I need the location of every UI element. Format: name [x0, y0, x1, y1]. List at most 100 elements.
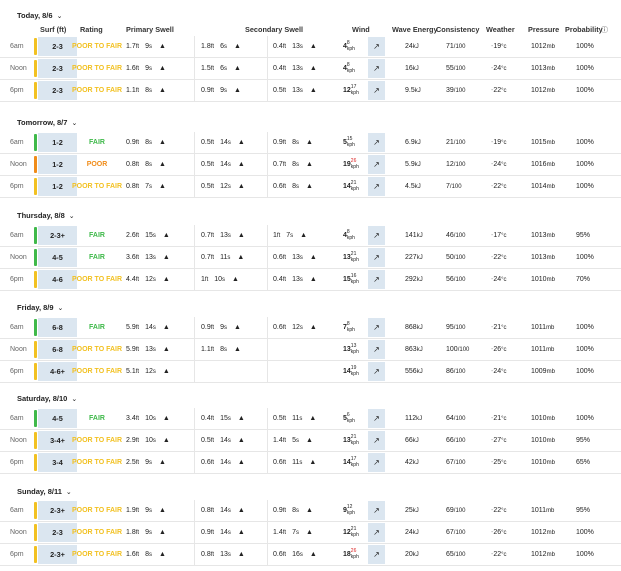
- energy-value: 6.9: [405, 139, 415, 146]
- secondary-swell: 0.9ft 8s ▲: [273, 500, 313, 521]
- row-divider: [0, 565, 621, 566]
- rating-label: POOR TO FAIR: [71, 506, 123, 514]
- temperature: 27: [493, 437, 502, 444]
- probability: 95%: [576, 232, 591, 239]
- day-title[interactable]: Today, 8/6 ⌄: [17, 11, 62, 20]
- swell-period: 13: [292, 87, 300, 94]
- swell-period: 16: [292, 551, 300, 558]
- swell-period: 14: [220, 529, 228, 536]
- rating-label: POOR TO FAIR: [71, 345, 123, 353]
- primary-swell: 2.9ft 10s ▲: [126, 430, 170, 451]
- energy-value: 42: [405, 459, 413, 466]
- header-pressure: Pressure: [528, 25, 560, 34]
- wind-speed: 1421 kph: [343, 176, 359, 197]
- swell-period: 12: [292, 324, 300, 331]
- swell-period: 14: [220, 161, 228, 168]
- rating-color-bar: [34, 341, 37, 358]
- unit-kj: kJ: [416, 277, 423, 283]
- chevron-down-icon[interactable]: ⌄: [71, 396, 77, 403]
- probability: 100%: [576, 43, 594, 50]
- rating-label: POOR TO FAIR: [71, 64, 123, 72]
- unit-s: s: [227, 140, 231, 146]
- secondary-swell: 0.6ft 11s ▲: [273, 452, 316, 473]
- day-title[interactable]: Saturday, 8/10 ⌄: [17, 394, 77, 403]
- secondary-swell: 1ft 7s ▲: [273, 225, 307, 246]
- unit-100: /100: [453, 369, 466, 375]
- consistency: 46/100: [446, 225, 465, 246]
- secondary-swell: 1.4ft 7s ▲: [273, 522, 313, 543]
- secondary-swell: 0.5ft 11s ▲: [273, 408, 316, 429]
- pressure: 1010mb: [531, 430, 555, 451]
- consistency: 12/100: [446, 154, 465, 175]
- swell-height: 3.4: [126, 415, 136, 422]
- swell-direction-icon: ▲: [233, 65, 241, 72]
- swell-height: 0.6: [273, 459, 283, 466]
- unit-ft: ft: [282, 416, 287, 422]
- info-icon[interactable]: ⓘ: [601, 25, 608, 35]
- secondary-swell: 1ft 10s ▲: [201, 269, 239, 290]
- unit-ft: ft: [282, 140, 287, 146]
- temperature: 22: [493, 551, 502, 558]
- unit-ft: ft: [210, 508, 215, 514]
- consistency-value: 65: [446, 551, 454, 558]
- day-title[interactable]: Thursday, 8/8 ⌄: [17, 211, 75, 220]
- wave-energy: 556kJ: [405, 361, 423, 382]
- probability: 100%: [576, 415, 594, 422]
- wind-gust-stack: 26 kph: [351, 158, 359, 170]
- energy-value: 863: [405, 346, 417, 353]
- probability: 100%: [576, 324, 594, 331]
- time-label: 6pm: [10, 183, 24, 190]
- unit-s: s: [299, 88, 303, 94]
- swell-height: 0.5: [201, 437, 211, 444]
- unit-s: s: [148, 184, 152, 190]
- swell-height: 0.5: [201, 161, 211, 168]
- wind-speed: 1826 kph: [343, 544, 359, 565]
- chevron-down-icon[interactable]: ⌄: [58, 305, 64, 312]
- swell-direction-icon: ▲: [162, 437, 170, 444]
- header-energy: Wave Energy: [392, 25, 438, 34]
- unit-ft: ft: [135, 460, 140, 466]
- day-title[interactable]: Friday, 8/9 ⌄: [17, 303, 63, 312]
- wind-value: 12: [343, 529, 351, 536]
- wind-unit: kph: [350, 349, 359, 356]
- chevron-down-icon[interactable]: ⌄: [57, 13, 63, 20]
- day-title[interactable]: Sunday, 8/11 ⌄: [17, 487, 72, 496]
- unit-s: s: [223, 347, 227, 353]
- wind-unit: kph: [350, 532, 359, 539]
- unit-ft: ft: [282, 44, 287, 50]
- unit-s: s: [148, 508, 152, 514]
- unit-c: °c: [501, 438, 507, 444]
- unit-s: s: [148, 530, 152, 536]
- unit-100: /100: [453, 508, 466, 514]
- wave-energy: 24kJ: [405, 36, 419, 57]
- swell-period: 10: [145, 415, 153, 422]
- wind-value: 14: [343, 183, 351, 190]
- swell-direction-icon: ▲: [237, 551, 245, 558]
- pressure: 1011mb: [531, 500, 554, 521]
- chevron-down-icon[interactable]: ⌄: [66, 489, 72, 496]
- day-title[interactable]: Tomorrow, 8/7 ⌄: [17, 118, 77, 127]
- unit-kj: kJ: [416, 255, 423, 261]
- chevron-down-icon[interactable]: ⌄: [71, 120, 77, 127]
- chevron-down-icon[interactable]: ⌄: [69, 213, 75, 220]
- unit-s: s: [148, 552, 152, 558]
- consistency-value: 71: [446, 43, 454, 50]
- unit-100: /100: [453, 44, 466, 50]
- unit-100: /100: [453, 162, 466, 168]
- wind-direction-icon: ↗: [368, 177, 385, 196]
- swell-direction-icon: ▲: [158, 459, 166, 466]
- primary-swell: 3.6ft 13s ▲: [126, 247, 170, 268]
- wave-energy: 4.5kJ: [405, 176, 421, 197]
- wind-unit: kph: [350, 440, 359, 447]
- primary-swell: 1.6ft 8s ▲: [126, 544, 166, 565]
- wind-gust-stack: 6 kph: [347, 412, 355, 424]
- column-divider: [194, 36, 195, 57]
- rating-color-bar: [34, 319, 37, 336]
- forecast-row: 6pm 4-6+ POOR TO FAIR 5.1ft 12s ▲ 1419 kph ↗ 556k…: [0, 361, 621, 382]
- secondary-swell: 0.8ft 14s ▲: [201, 500, 245, 521]
- unit-ft: ft: [282, 277, 287, 283]
- swell-height: 0.5: [201, 139, 211, 146]
- swell-height: 0.6: [273, 324, 283, 331]
- column-divider: [267, 544, 268, 565]
- rating-color-bar: [34, 410, 37, 427]
